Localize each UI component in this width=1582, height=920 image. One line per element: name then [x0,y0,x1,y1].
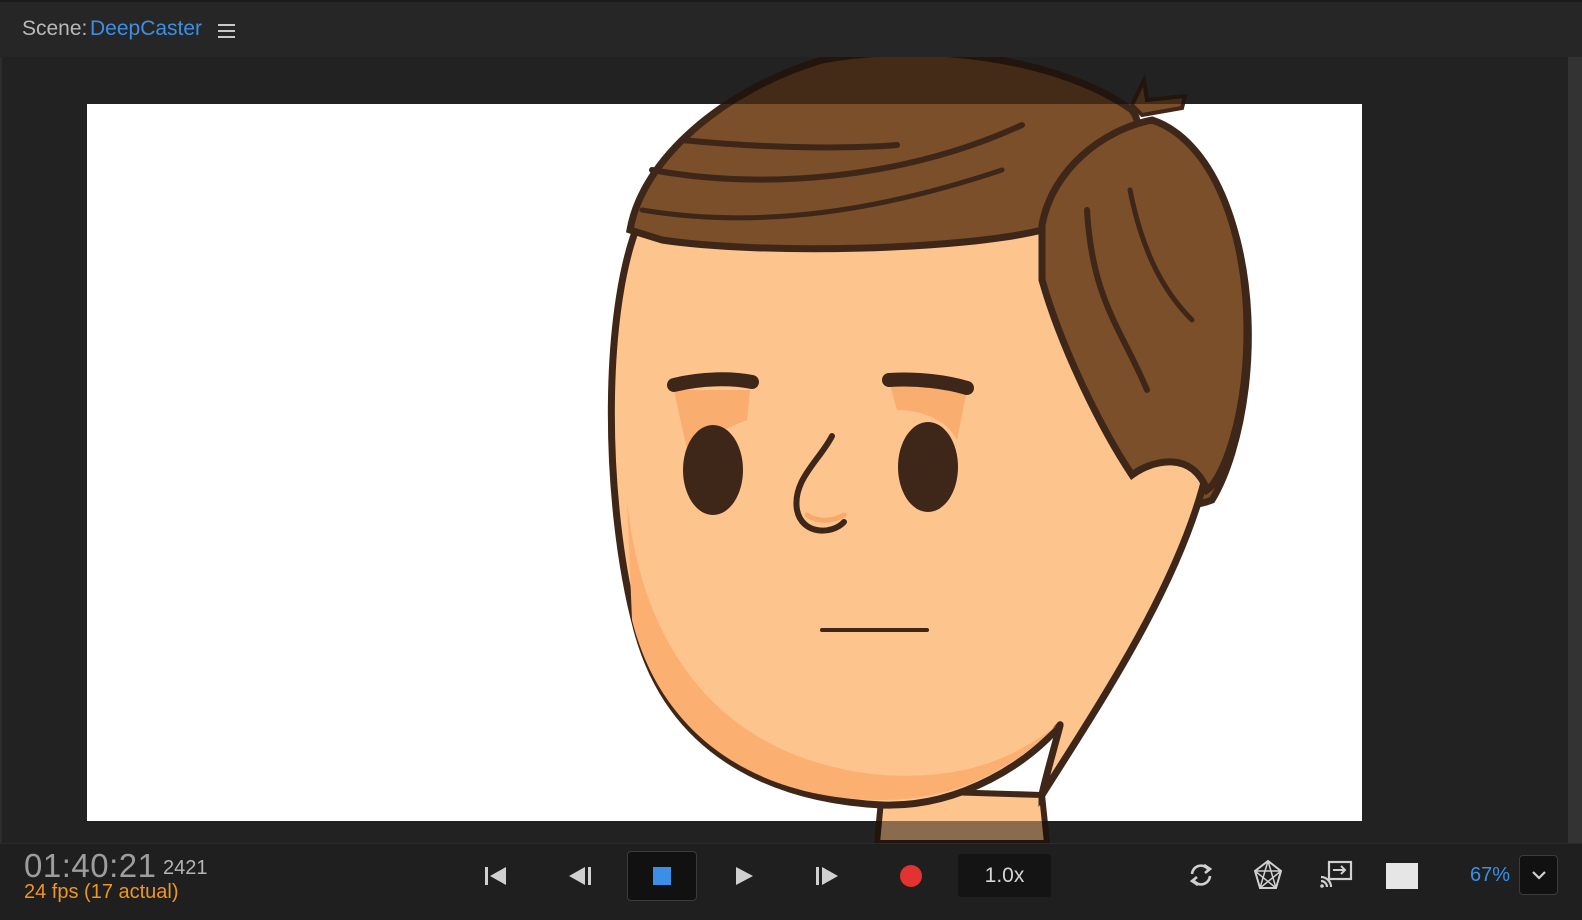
frame-number: 2421 [163,857,208,879]
playback-speed-button[interactable]: 1.0x [958,854,1051,897]
scene-title-bar: Scene: DeepCaster [0,0,1582,57]
stop-button[interactable] [627,851,697,901]
scene-name-link[interactable]: DeepCaster [90,17,202,41]
skip-to-start-icon[interactable] [478,861,512,891]
mesh-icon[interactable] [1250,857,1286,893]
transport-bar: 01:40:21 2421 24 fps (17 actual) 1.0x 67… [0,843,1582,920]
step-back-icon[interactable] [563,861,597,891]
background-color-icon[interactable] [1384,860,1420,892]
play-icon[interactable] [728,861,760,891]
record-icon[interactable] [896,861,926,891]
stop-icon [653,867,671,885]
fps-readout: 24 fps (17 actual) [24,881,179,903]
zoom-dropdown-button[interactable] [1519,855,1558,895]
scene-label: Scene: [22,17,88,40]
loop-icon[interactable] [1184,858,1218,892]
stage-canvas[interactable] [2,57,1568,843]
cast-icon[interactable] [1318,857,1354,891]
scene-viewport[interactable] [0,57,1568,843]
chevron-down-icon [1531,871,1546,880]
viewport-scrollbar[interactable] [1568,57,1582,843]
hamburger-menu-icon[interactable] [218,24,235,40]
step-forward-icon[interactable] [810,861,844,891]
timecode-display[interactable]: 01:40:21 [24,847,156,885]
zoom-level[interactable]: 67% [1470,864,1510,887]
